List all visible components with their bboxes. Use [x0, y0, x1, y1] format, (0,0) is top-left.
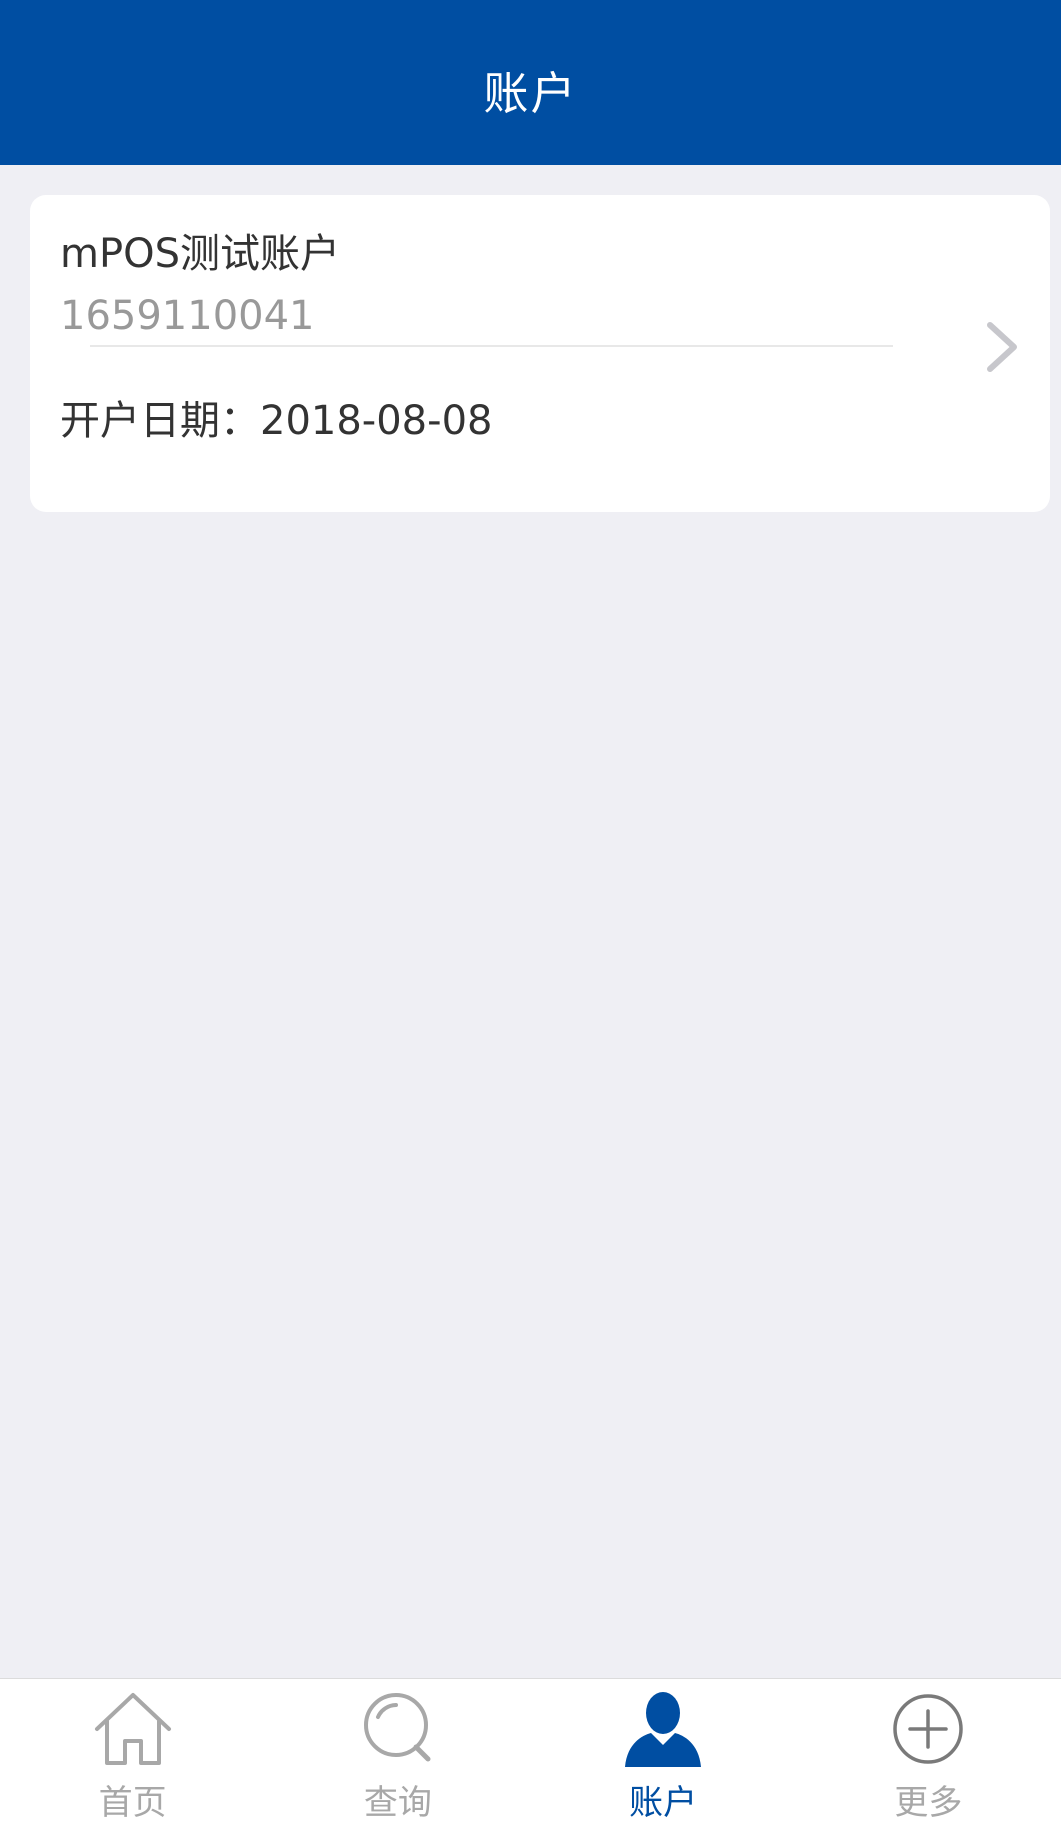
divider [90, 345, 893, 347]
open-date-value: 2018-08-08 [260, 398, 493, 444]
tab-account-label: 账户 [629, 1783, 698, 1823]
tab-search-label: 查询 [363, 1783, 432, 1823]
open-date-row: 开户日期：2018-08-08 [60, 395, 492, 447]
account-name: mPOS测试账户 [60, 231, 340, 277]
home-icon [94, 1693, 171, 1765]
tab-bar: 首页 查询 账户 更多 [0, 1678, 1061, 1832]
user-icon [625, 1692, 702, 1767]
open-date-label: 开户日期： [60, 398, 260, 444]
page-title: 账户 [483, 67, 578, 120]
account-card[interactable]: mPOS测试账户 1659110041 开户日期：2018-08-08 [30, 195, 1050, 512]
chevron-right-icon [987, 322, 1017, 372]
tab-more-label: 更多 [894, 1783, 963, 1823]
tab-home-label: 首页 [98, 1783, 167, 1823]
tab-home[interactable]: 首页 [0, 1679, 265, 1832]
tab-more[interactable]: 更多 [796, 1679, 1061, 1832]
account-number: 1659110041 [60, 293, 315, 339]
tab-account[interactable]: 账户 [531, 1679, 796, 1832]
navigation-bar: 账户 [0, 0, 1061, 165]
search-icon [363, 1693, 431, 1762]
tab-search[interactable]: 查询 [265, 1679, 530, 1832]
plus-circle-icon [893, 1694, 964, 1764]
